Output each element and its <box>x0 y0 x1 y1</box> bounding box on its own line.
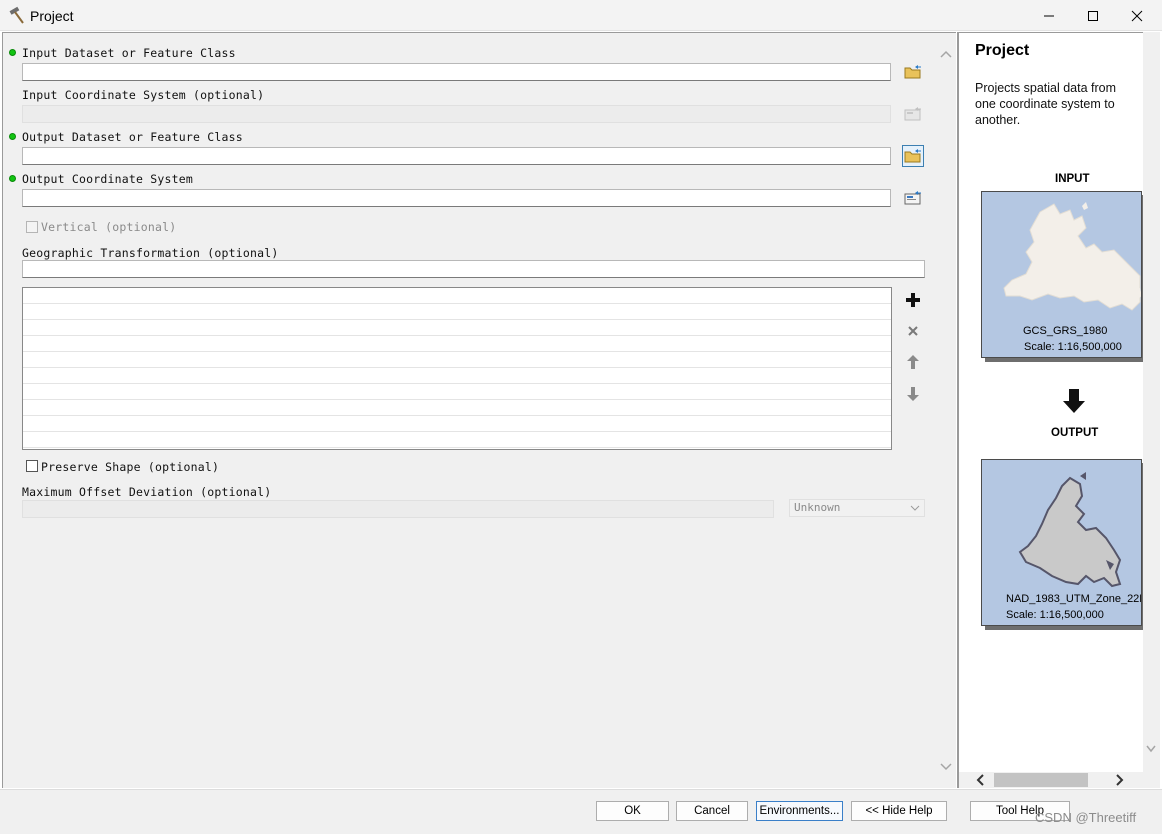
preserve-shape-label: Preserve Shape (optional) <box>41 460 220 474</box>
close-button[interactable] <box>1114 0 1160 31</box>
chevron-down-icon <box>940 763 952 771</box>
geo-transform-label: Geographic Transformation (optional) <box>22 246 279 260</box>
transformation-list[interactable] <box>22 287 892 450</box>
browse-output-button[interactable] <box>902 145 924 167</box>
list-item[interactable] <box>23 288 891 304</box>
properties-icon <box>904 191 921 205</box>
input-scale-text: Scale: 1:16,500,000 <box>1024 341 1122 353</box>
max-offset-field <box>22 500 774 518</box>
delete-x-icon <box>908 326 918 336</box>
chevron-right-icon <box>1116 774 1124 786</box>
input-cs-properties-button <box>902 103 924 125</box>
output-cs-text: NAD_1983_UTM_Zone_22N <box>1006 593 1142 605</box>
open-folder-icon <box>904 65 921 79</box>
parameters-scrollbar[interactable] <box>936 32 956 788</box>
chevron-left-icon <box>976 774 984 786</box>
open-folder-icon <box>904 149 921 163</box>
help-panel <box>957 32 1143 788</box>
max-offset-label: Maximum Offset Deviation (optional) <box>22 485 272 499</box>
output-dataset-field[interactable] <box>22 147 891 165</box>
input-cs-label: Input Coordinate System (optional) <box>22 88 265 102</box>
help-description: Projects spatial data from one coordinat… <box>975 81 1117 127</box>
list-item[interactable] <box>23 304 891 320</box>
output-caption: OUTPUT <box>1051 427 1099 439</box>
required-marker <box>9 49 16 56</box>
maximize-icon <box>1088 10 1098 21</box>
minimize-icon <box>1044 15 1054 16</box>
chevron-up-icon <box>940 50 952 58</box>
list-item[interactable] <box>23 384 891 400</box>
close-icon <box>1131 10 1143 21</box>
browse-input-button[interactable] <box>902 61 924 83</box>
output-cs-properties-button[interactable] <box>902 187 924 209</box>
ok-button[interactable]: OK <box>596 801 669 821</box>
input-cs-text: GCS_GRS_1980 <box>1023 325 1108 337</box>
hide-help-button[interactable]: << Hide Help <box>851 801 947 821</box>
output-map-illustration: NAD_1983_UTM_Zone_22N Scale: 1:16,500,00… <box>981 459 1142 626</box>
help-vertical-scrollbar[interactable] <box>1143 32 1160 772</box>
watermark: CSDN @Threetiff <box>1035 810 1137 825</box>
input-dataset-field[interactable] <box>22 63 891 81</box>
arrow-up-icon <box>907 355 919 369</box>
output-dataset-label: Output Dataset or Feature Class <box>22 130 243 144</box>
arrow-down-icon <box>907 387 919 401</box>
list-item[interactable] <box>23 432 891 448</box>
list-item[interactable] <box>23 352 891 368</box>
list-item[interactable] <box>23 368 891 384</box>
cancel-button[interactable]: Cancel <box>676 801 748 821</box>
add-button[interactable] <box>902 289 924 311</box>
chevron-down-icon <box>910 505 920 511</box>
required-marker <box>9 133 16 140</box>
input-map-illustration: GCS_GRS_1980 Scale: 1:16,500,000 <box>981 191 1142 358</box>
plus-icon <box>906 293 920 307</box>
help-title: Project <box>975 42 1030 59</box>
unit-select-value: Unknown <box>794 501 841 514</box>
output-cs-field[interactable] <box>22 189 891 207</box>
maximize-button[interactable] <box>1070 0 1116 31</box>
preserve-shape-checkbox[interactable] <box>26 460 38 472</box>
vertical-label: Vertical (optional) <box>41 220 177 234</box>
arrow-down-icon <box>1063 389 1085 413</box>
window-title: Project <box>30 8 74 24</box>
minimize-button[interactable] <box>1026 0 1072 31</box>
list-item[interactable] <box>23 320 891 336</box>
list-item[interactable] <box>23 416 891 432</box>
output-scale-text: Scale: 1:16,500,000 <box>1006 609 1104 621</box>
properties-icon <box>904 107 921 121</box>
scrollbar-thumb[interactable] <box>994 773 1088 787</box>
vertical-checkbox <box>26 221 38 233</box>
title-bar: Project <box>0 0 1162 31</box>
list-item[interactable] <box>23 400 891 416</box>
chevron-down-icon <box>1146 745 1156 753</box>
list-item[interactable] <box>23 336 891 352</box>
output-cs-label: Output Coordinate System <box>22 172 193 186</box>
move-up-button[interactable] <box>902 351 924 373</box>
hammer-icon <box>9 6 24 24</box>
input-dataset-label: Input Dataset or Feature Class <box>22 46 236 60</box>
input-cs-field <box>22 105 891 123</box>
remove-button[interactable] <box>902 320 924 342</box>
unit-select: Unknown <box>789 499 925 517</box>
move-down-button[interactable] <box>902 383 924 405</box>
geo-transform-field[interactable] <box>22 260 925 278</box>
input-caption: INPUT <box>1055 173 1090 185</box>
required-marker <box>9 175 16 182</box>
environments-button[interactable]: Environments... <box>756 801 843 821</box>
